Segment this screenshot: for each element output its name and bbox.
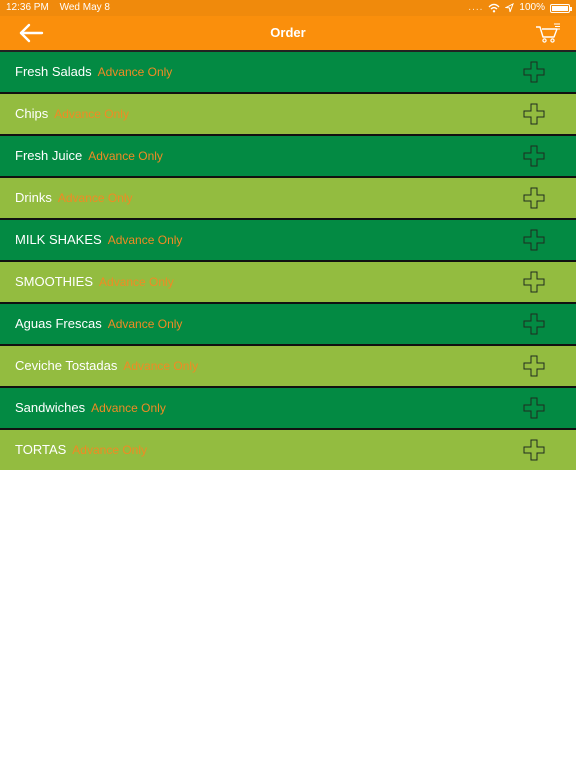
category-row[interactable]: MILK SHAKES Advance Only [0, 218, 576, 260]
category-label: MILK SHAKES Advance Only [15, 220, 182, 260]
add-icon[interactable] [523, 187, 545, 209]
battery-icon [550, 3, 572, 13]
category-row[interactable]: TORTAS Advance Only [0, 428, 576, 470]
category-row[interactable]: Ceviche Tostadas Advance Only [0, 344, 576, 386]
category-name: Aguas Frescas [15, 316, 102, 331]
advance-only-tag: Advance Only [54, 107, 129, 121]
add-icon[interactable] [523, 145, 545, 167]
category-name: Fresh Juice [15, 148, 83, 163]
category-row[interactable]: Aguas Frescas Advance Only [0, 302, 576, 344]
add-icon[interactable] [523, 103, 545, 125]
category-label: Fresh Juice Advance Only [15, 136, 163, 176]
category-label: TORTAS Advance Only [15, 430, 147, 470]
add-icon[interactable] [523, 397, 545, 419]
category-label: SMOOTHIES Advance Only [15, 262, 174, 302]
category-name: SMOOTHIES [15, 274, 94, 289]
category-label: Ceviche Tostadas Advance Only [15, 346, 198, 386]
category-name: MILK SHAKES [15, 232, 102, 247]
category-name: TORTAS [15, 442, 67, 457]
advance-only-tag: Advance Only [107, 233, 183, 247]
status-time: 12:36 PM [6, 2, 49, 13]
category-row[interactable]: Drinks Advance Only [0, 176, 576, 218]
advance-only-tag: Advance Only [57, 191, 133, 205]
status-right: .... 100% [468, 0, 572, 16]
advance-only-tag: Advance Only [97, 65, 173, 79]
category-name: Drinks [15, 190, 52, 205]
add-icon[interactable] [523, 439, 545, 461]
category-row[interactable]: Chips Advance Only [0, 92, 576, 134]
category-list: Fresh Salads Advance Only Chips Advance Onl… [0, 50, 576, 470]
status-bar: 12:36 PM Wed May 8 .... 100% [0, 0, 576, 16]
category-label: Aguas Frescas Advance Only [15, 304, 182, 344]
category-label: Sandwiches Advance Only [15, 388, 166, 428]
category-name: Sandwiches [15, 400, 86, 415]
add-icon[interactable] [523, 355, 545, 377]
category-name: Ceviche Tostadas [15, 358, 118, 373]
advance-only-tag: Advance Only [91, 401, 166, 415]
category-label: Fresh Salads Advance Only [15, 52, 172, 92]
advance-only-tag: Advance Only [107, 317, 183, 331]
nav-bar: Order [0, 16, 576, 50]
advance-only-tag: Advance Only [123, 359, 199, 373]
signal-dots-icon: .... [468, 2, 484, 13]
advance-only-tag: Advance Only [99, 275, 174, 289]
category-row[interactable]: Fresh Salads Advance Only [0, 50, 576, 92]
battery-percent: 100% [519, 2, 545, 13]
advance-only-tag: Advance Only [72, 443, 148, 457]
advance-only-tag: Advance Only [88, 149, 163, 163]
add-icon[interactable] [523, 313, 545, 335]
add-icon[interactable] [523, 229, 545, 251]
cart-button[interactable] [534, 21, 562, 45]
category-label: Chips Advance Only [15, 94, 129, 134]
status-left: 12:36 PM Wed May 8 [6, 0, 118, 16]
add-icon[interactable] [523, 61, 545, 83]
category-row[interactable]: Sandwiches Advance Only [0, 386, 576, 428]
category-row[interactable]: Fresh Juice Advance Only [0, 134, 576, 176]
location-arrow-icon [505, 3, 515, 13]
status-date: Wed May 8 [59, 2, 110, 13]
category-row[interactable]: SMOOTHIES Advance Only [0, 260, 576, 302]
add-icon[interactable] [523, 271, 545, 293]
category-name: Chips [15, 106, 49, 121]
cart-icon [536, 23, 560, 43]
category-label: Drinks Advance Only [15, 178, 133, 218]
page-title: Order [270, 25, 306, 40]
wifi-icon [488, 3, 500, 13]
category-name: Fresh Salads [15, 64, 92, 79]
